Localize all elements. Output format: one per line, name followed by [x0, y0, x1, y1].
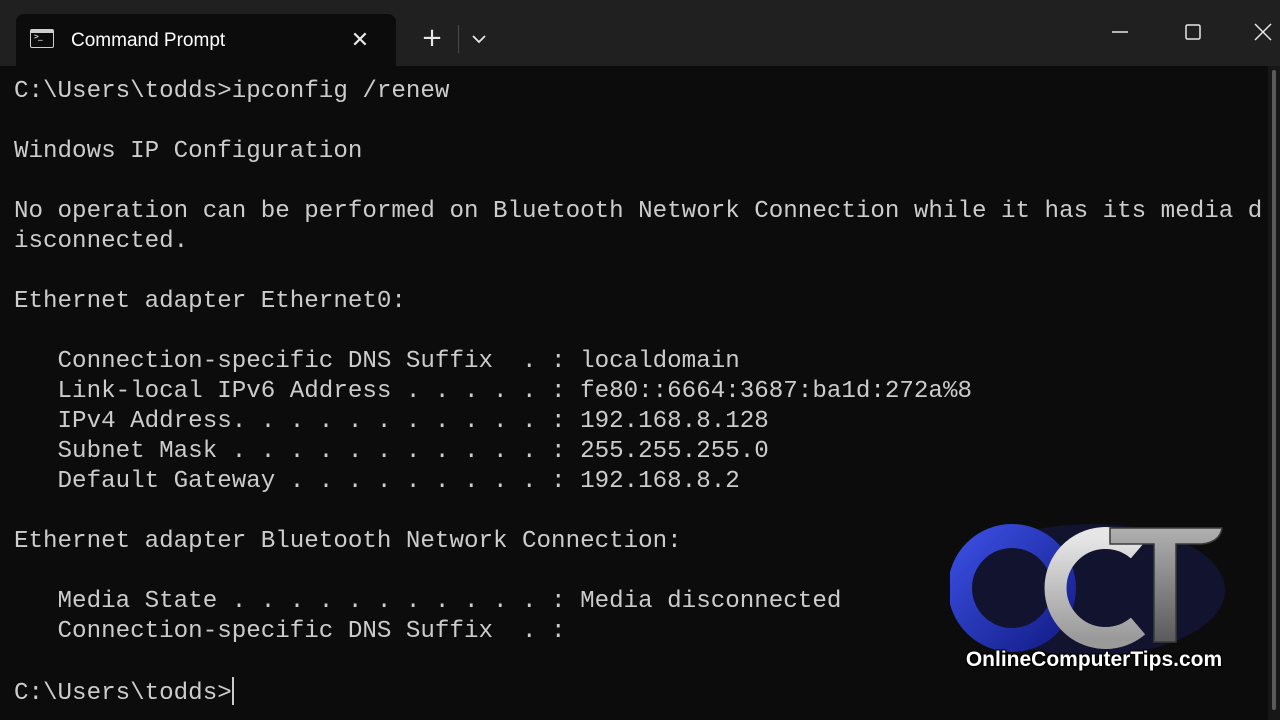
tab-divider [458, 25, 459, 53]
scrollbar[interactable] [1268, 66, 1280, 720]
tab-title: Command Prompt [71, 30, 226, 51]
oct-logo: OnlineComputerTips.com [948, 520, 1230, 680]
prompt-text: C:\Users\todds> [14, 680, 232, 707]
scrollbar-thumb[interactable] [1272, 70, 1276, 710]
console-line: IPv4 Address. . . . . . . . . . . : 192.… [14, 408, 769, 435]
logo-caption: OnlineComputerTips.com [965, 648, 1223, 671]
text-cursor [231, 677, 234, 705]
console-line: Subnet Mask . . . . . . . . . . . : 255.… [14, 438, 769, 465]
console-line: Ethernet adapter Ethernet0: [14, 288, 406, 315]
cmd-icon [30, 29, 54, 48]
maximize-icon [1185, 24, 1201, 40]
console-line: Connection-specific DNS Suffix . : local… [14, 348, 740, 375]
chevron-down-icon[interactable] [464, 24, 494, 54]
console-line: Default Gateway . . . . . . . . . : 192.… [14, 468, 740, 495]
title-bar: Command Prompt ✕ + [0, 0, 1280, 66]
console-line: Ethernet adapter Bluetooth Network Conne… [14, 528, 682, 555]
oct-logo-mark [948, 524, 1225, 656]
console-line: C:\Users\todds>ipconfig /renew [14, 78, 450, 105]
console-line: isconnected. [14, 228, 189, 255]
minimize-icon [1112, 31, 1128, 33]
new-tab-button[interactable]: + [416, 22, 448, 54]
maximize-button[interactable] [1170, 12, 1216, 52]
minimize-button[interactable] [1097, 12, 1143, 52]
console-line: Media State . . . . . . . . . . . : Medi… [14, 588, 842, 615]
prompt-line[interactable]: C:\Users\todds> [14, 677, 234, 707]
close-icon [1254, 23, 1272, 41]
close-tab-icon[interactable]: ✕ [346, 26, 374, 54]
close-window-button[interactable] [1243, 12, 1280, 52]
console-line: No operation can be performed on Bluetoo… [14, 198, 1263, 225]
console-line: Link-local IPv6 Address . . . . . : fe80… [14, 378, 972, 405]
console-line: Windows IP Configuration [14, 138, 363, 165]
console-line: Connection-specific DNS Suffix . : [14, 618, 566, 645]
tab-command-prompt[interactable]: Command Prompt ✕ [16, 14, 396, 66]
